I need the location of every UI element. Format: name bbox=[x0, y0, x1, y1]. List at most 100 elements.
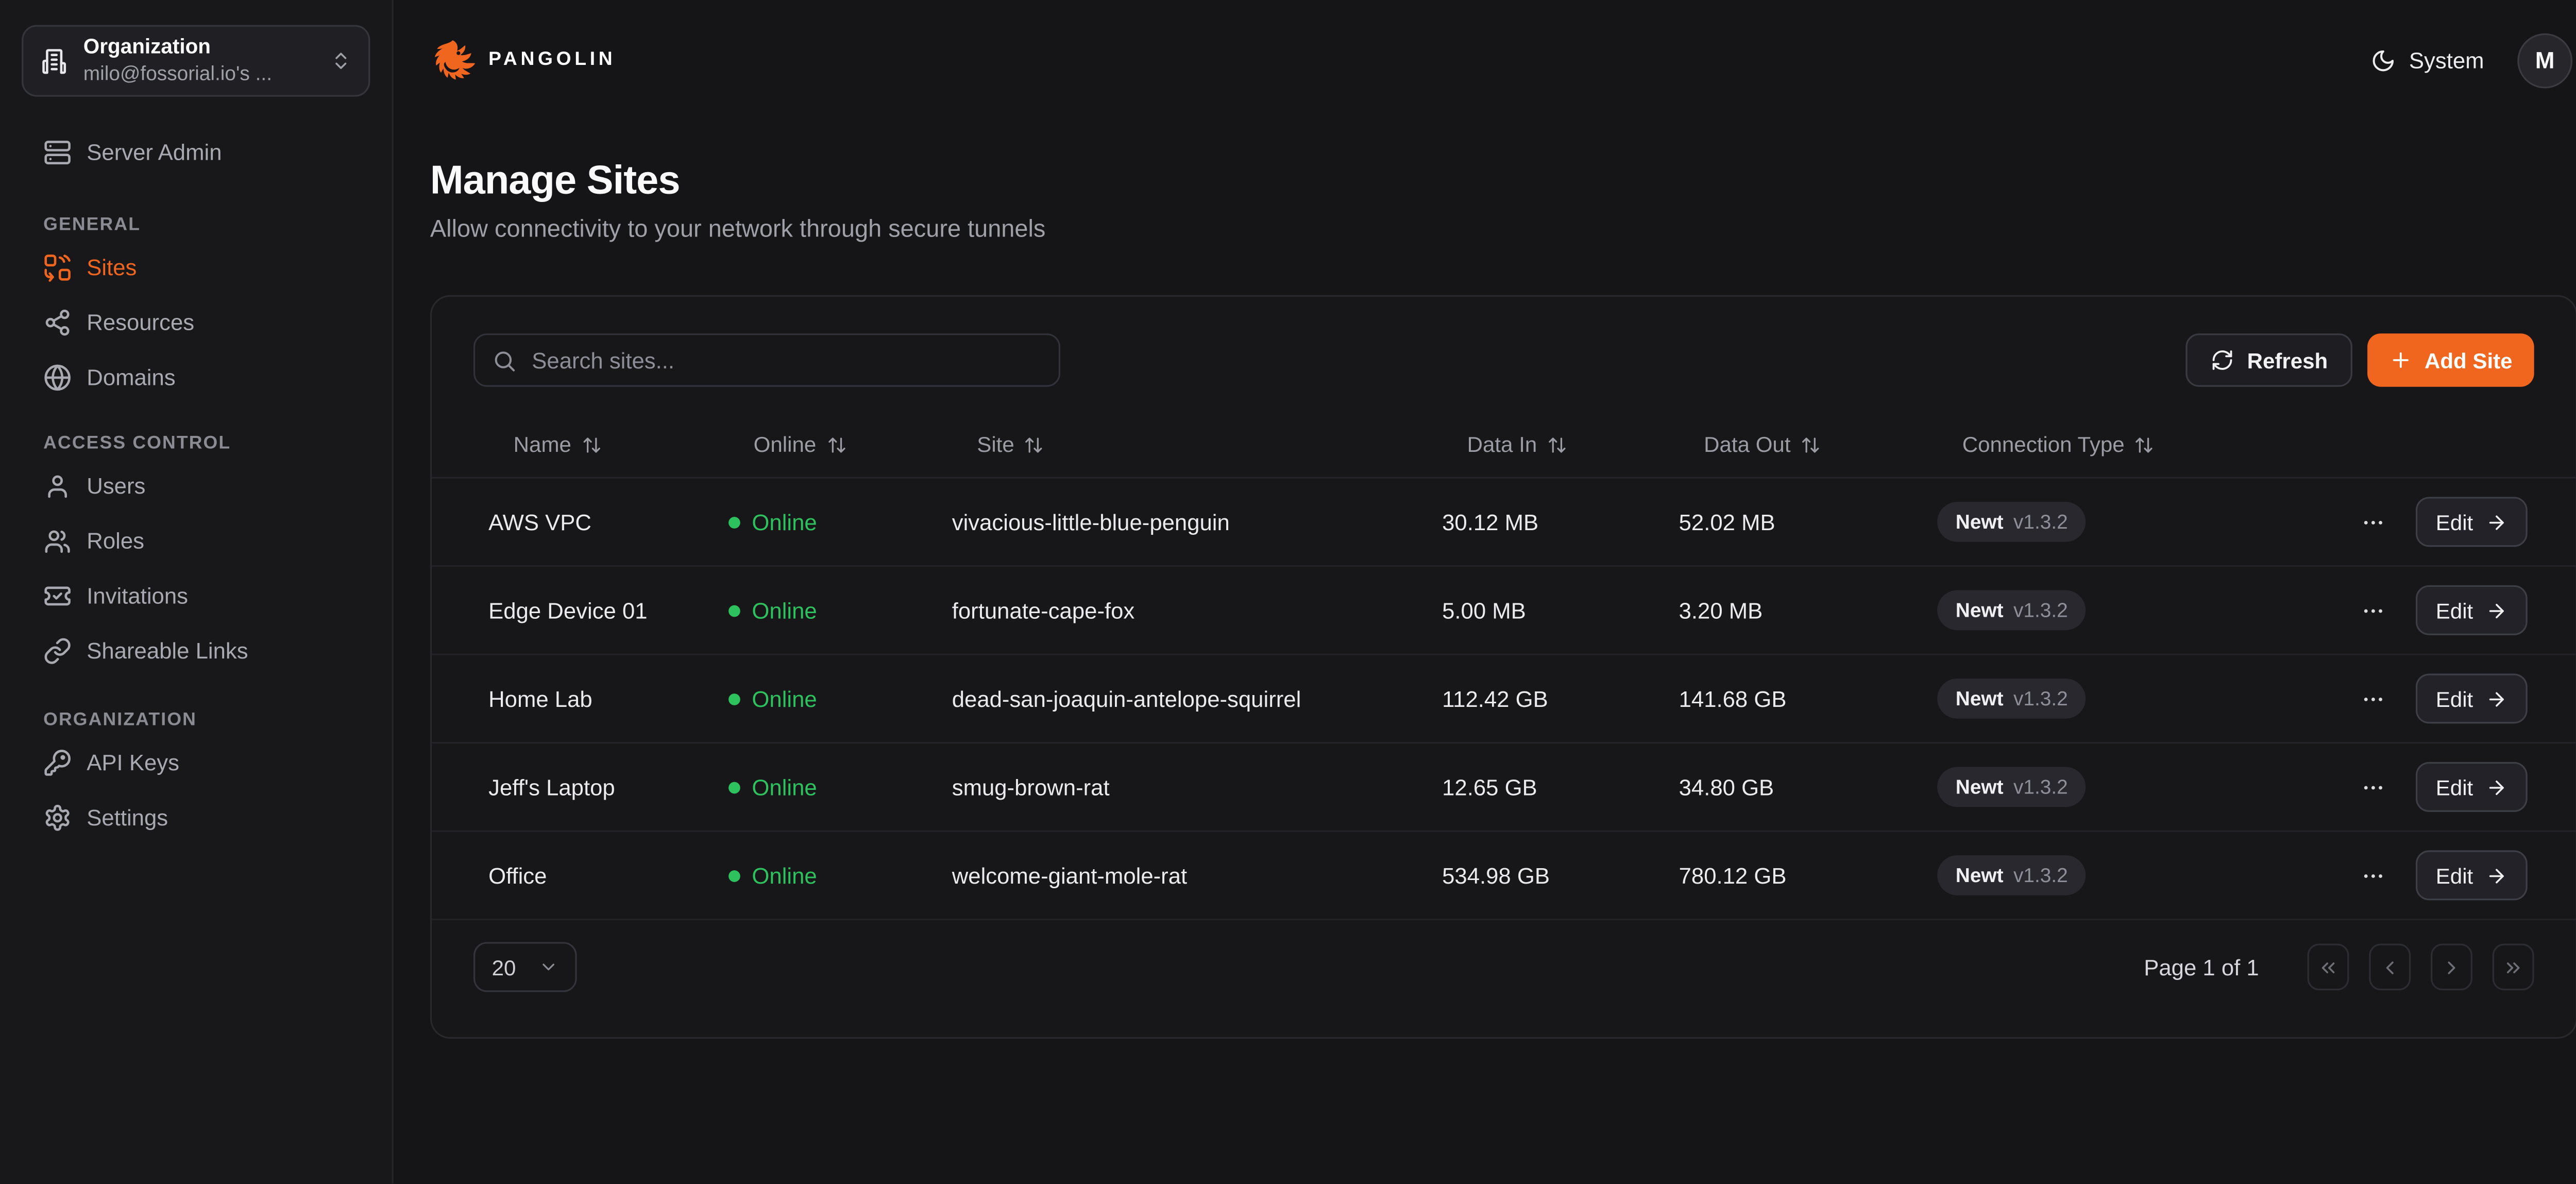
sidebar-section-organization: ORGANIZATION bbox=[22, 705, 370, 735]
sidebar-item-label: Domains bbox=[87, 365, 175, 391]
table-row: Jeff's Laptop Online smug-brown-rat 12.6… bbox=[432, 743, 2575, 832]
edit-button[interactable]: Edit bbox=[2416, 497, 2528, 547]
row-actions-menu-button[interactable] bbox=[2358, 771, 2389, 803]
chevron-down-icon bbox=[538, 957, 558, 977]
arrow-right-icon bbox=[2486, 776, 2508, 798]
moon-icon bbox=[2370, 47, 2396, 73]
globe-icon bbox=[43, 363, 72, 392]
edit-button[interactable]: Edit bbox=[2416, 850, 2528, 900]
status-dot bbox=[728, 870, 740, 882]
row-actions-menu-button[interactable] bbox=[2358, 683, 2389, 714]
add-site-button[interactable]: Add Site bbox=[2368, 333, 2534, 387]
edit-button[interactable]: Edit bbox=[2416, 585, 2528, 635]
arrow-right-icon bbox=[2486, 599, 2508, 621]
edit-button[interactable]: Edit bbox=[2416, 762, 2528, 812]
connection-type-badge: Newtv1.3.2 bbox=[1937, 502, 2086, 542]
refresh-button[interactable]: Refresh bbox=[2185, 333, 2353, 387]
sidebar-item-label: Sites bbox=[87, 255, 137, 280]
sites-toolbar: Refresh Add Site bbox=[432, 297, 2575, 387]
arrow-up-down-icon bbox=[1547, 434, 1567, 454]
data-in: 534.98 GB bbox=[1442, 863, 1679, 888]
arrow-up-down-icon bbox=[1024, 434, 1044, 454]
site-name: AWS VPC bbox=[488, 510, 728, 535]
edit-button[interactable]: Edit bbox=[2416, 673, 2528, 723]
connection-type-badge: Newtv1.3.2 bbox=[1937, 855, 2086, 895]
sidebar-nav: Server Admin GENERAL Sites bbox=[0, 125, 392, 845]
page-subtitle: Allow connectivity to your network throu… bbox=[430, 217, 2576, 244]
sidebar-item-label: Invitations bbox=[87, 584, 188, 609]
organization-selector[interactable]: Organization milo@fossorial.io's ... bbox=[22, 25, 370, 97]
status-dot bbox=[728, 693, 740, 705]
main-area: PANGOLIN System M Manage Sites Allow con… bbox=[394, 0, 2576, 1184]
table-row: Home Lab Online dead-san-joaquin-antelop… bbox=[432, 655, 2575, 744]
site-slug: smug-brown-rat bbox=[952, 774, 1442, 800]
plus-icon bbox=[2389, 348, 2413, 371]
organization-value: milo@fossorial.io's ... bbox=[83, 61, 315, 87]
column-header-online[interactable]: Online bbox=[728, 432, 952, 457]
search-input[interactable] bbox=[473, 333, 1060, 387]
next-page-button[interactable] bbox=[2431, 944, 2472, 991]
site-slug: fortunate-cape-fox bbox=[952, 598, 1442, 623]
search-icon bbox=[492, 348, 517, 373]
online-status: Online bbox=[728, 510, 952, 535]
column-header-connection-type[interactable]: Connection Type bbox=[1937, 432, 2357, 457]
sidebar-item-users[interactable]: Users bbox=[22, 459, 370, 514]
row-actions-menu-button[interactable] bbox=[2358, 595, 2389, 626]
brand[interactable]: PANGOLIN bbox=[430, 38, 616, 82]
sidebar-item-domains[interactable]: Domains bbox=[22, 350, 370, 405]
sidebar-section-general: GENERAL bbox=[22, 210, 370, 240]
status-dot bbox=[728, 781, 740, 793]
ellipsis-icon bbox=[2361, 774, 2386, 800]
ellipsis-icon bbox=[2361, 863, 2386, 888]
avatar[interactable]: M bbox=[2517, 32, 2572, 88]
sidebar-item-server-admin[interactable]: Server Admin bbox=[22, 125, 370, 179]
sidebar-item-invitations[interactable]: Invitations bbox=[22, 568, 370, 623]
refresh-icon bbox=[2210, 348, 2233, 371]
sidebar-item-resources[interactable]: Resources bbox=[22, 295, 370, 350]
row-actions-menu-button[interactable] bbox=[2358, 506, 2389, 537]
building-icon bbox=[40, 47, 69, 75]
arrow-up-down-icon bbox=[826, 434, 846, 454]
sidebar: Organization milo@fossorial.io's ... Ser… bbox=[0, 0, 394, 1184]
connection-type-badge: Newtv1.3.2 bbox=[1937, 767, 2086, 807]
data-out: 780.12 GB bbox=[1679, 863, 1938, 888]
column-header-site[interactable]: Site bbox=[952, 432, 1442, 457]
avatar-initial: M bbox=[2535, 47, 2555, 74]
pangolin-logo bbox=[430, 38, 475, 82]
site-slug: dead-san-joaquin-antelope-squirrel bbox=[952, 686, 1442, 712]
site-name: Jeff's Laptop bbox=[488, 774, 728, 800]
status-dot bbox=[728, 516, 740, 528]
theme-toggle[interactable]: System bbox=[2370, 47, 2484, 73]
data-in: 30.12 MB bbox=[1442, 510, 1679, 535]
chevron-right-icon bbox=[2441, 956, 2462, 978]
link-icon bbox=[43, 637, 72, 665]
online-status: Online bbox=[728, 863, 952, 888]
column-header-name[interactable]: Name bbox=[488, 432, 728, 457]
last-page-button[interactable] bbox=[2493, 944, 2534, 991]
server-icon bbox=[43, 138, 72, 166]
arrow-up-down-icon bbox=[1801, 434, 1821, 454]
column-header-data-in[interactable]: Data In bbox=[1442, 432, 1679, 457]
table-row: Office Online welcome-giant-mole-rat 534… bbox=[432, 832, 2575, 921]
column-header-data-out[interactable]: Data Out bbox=[1679, 432, 1938, 457]
sidebar-item-roles[interactable]: Roles bbox=[22, 514, 370, 569]
arrow-right-icon bbox=[2486, 688, 2508, 709]
sidebar-item-shareable-links[interactable]: Shareable Links bbox=[22, 623, 370, 679]
row-actions-menu-button[interactable] bbox=[2358, 859, 2389, 891]
sidebar-item-label: Users bbox=[87, 473, 145, 499]
online-status: Online bbox=[728, 686, 952, 712]
sidebar-item-api-keys[interactable]: API Keys bbox=[22, 735, 370, 790]
first-page-button[interactable] bbox=[2308, 944, 2349, 991]
ellipsis-icon bbox=[2361, 510, 2386, 535]
add-site-label: Add Site bbox=[2425, 348, 2513, 373]
ellipsis-icon bbox=[2361, 686, 2386, 712]
previous-page-button[interactable] bbox=[2369, 944, 2411, 991]
combine-icon bbox=[43, 253, 72, 282]
sidebar-item-sites[interactable]: Sites bbox=[22, 240, 370, 295]
sidebar-section-access-control: ACCESS CONTROL bbox=[22, 429, 370, 459]
sidebar-item-label: API Keys bbox=[87, 750, 179, 775]
ticket-check-icon bbox=[43, 582, 72, 610]
page-size-select[interactable]: 20 bbox=[473, 942, 577, 992]
chevrons-right-icon bbox=[2502, 956, 2524, 978]
sidebar-item-settings[interactable]: Settings bbox=[22, 790, 370, 845]
